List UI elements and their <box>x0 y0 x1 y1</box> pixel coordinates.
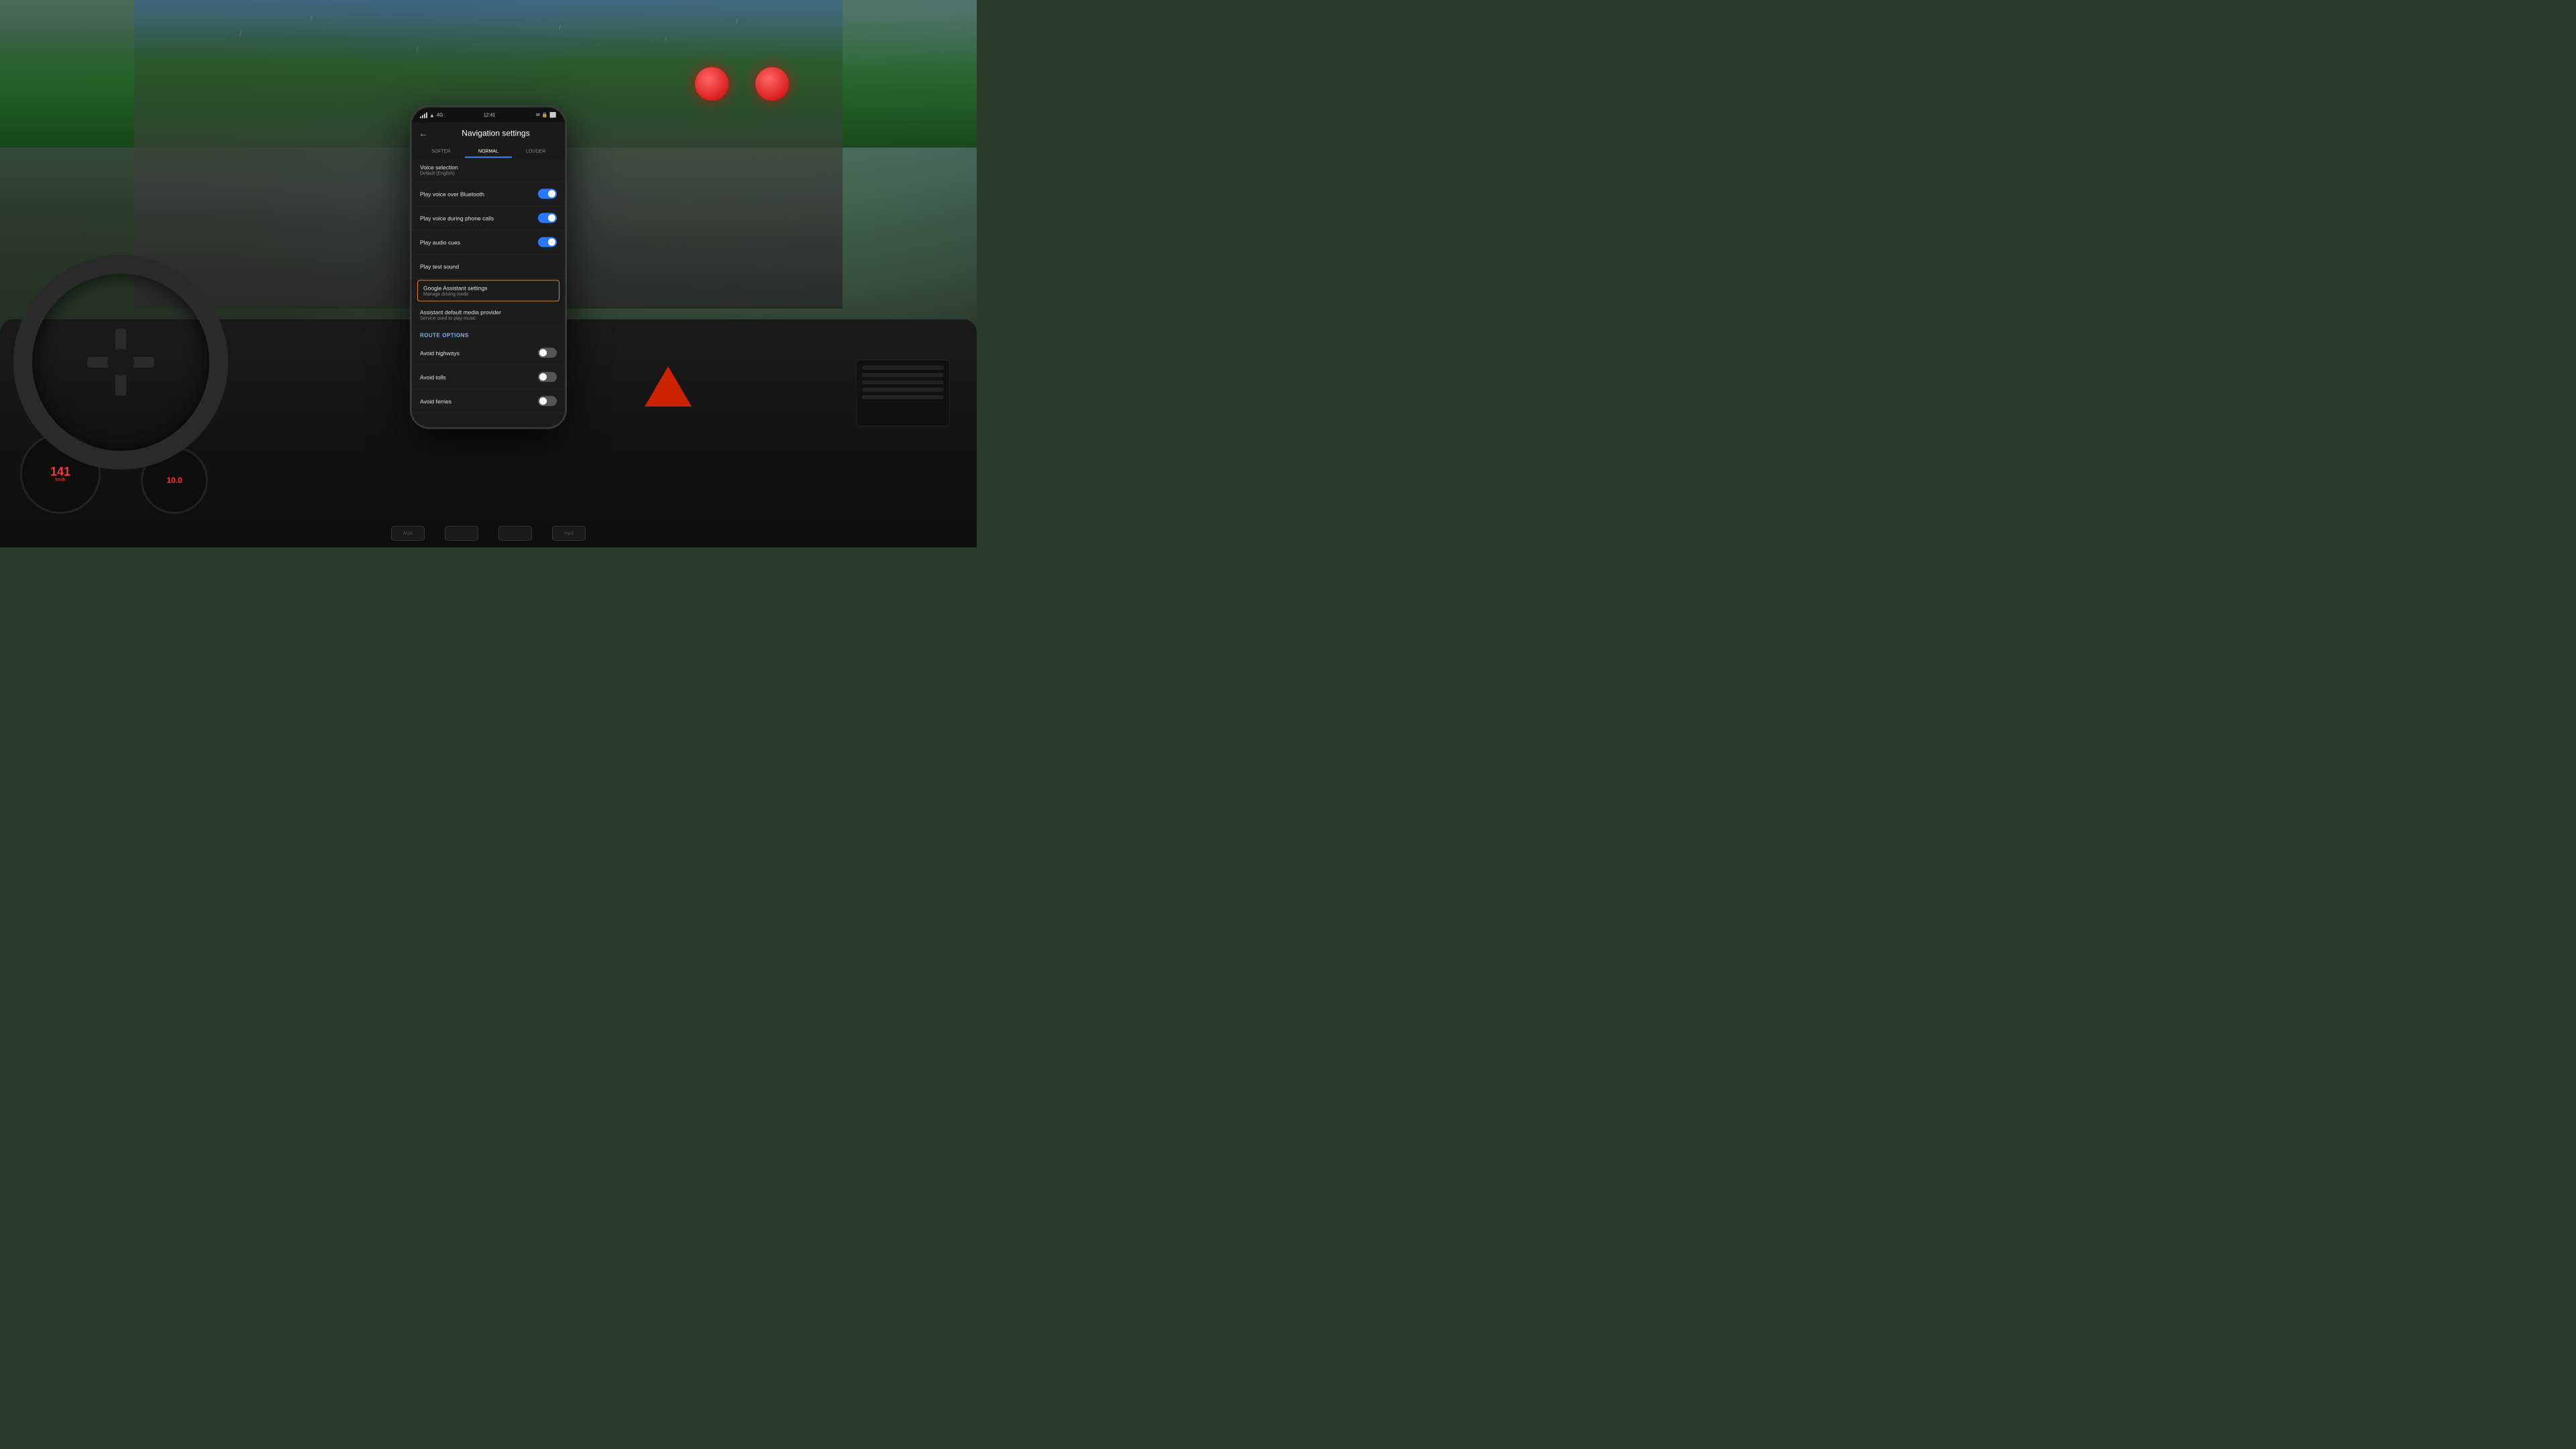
toggle-thumb <box>548 214 555 221</box>
rpm-value: 10.0 <box>166 476 182 485</box>
page-title: Navigation settings <box>433 128 558 138</box>
toggle-play-audio-cues[interactable] <box>538 237 557 247</box>
setting-label: Play test sound <box>420 263 557 270</box>
setting-text: Assistant default media provider Service… <box>420 309 557 321</box>
setting-label: Play voice over Bluetooth <box>420 191 538 197</box>
raindrop <box>311 15 313 21</box>
toggle-thumb <box>539 397 547 405</box>
status-right-icons: ✉ 🔒 █▊ <box>536 112 557 117</box>
status-bar: ▲ 4G 12:41 ✉ 🔒 █▊ <box>412 107 565 122</box>
speed-unit: km/h <box>55 478 65 482</box>
toggle-avoid-highways[interactable] <box>538 347 557 358</box>
tab-normal[interactable]: NORMAL <box>465 146 513 158</box>
setting-label: Assistant default media provider <box>420 309 557 315</box>
setting-label: Avoid tolls <box>420 374 538 380</box>
nav-header: ← Navigation settings <box>412 122 565 144</box>
setting-avoid-tolls[interactable]: Avoid tolls <box>412 365 565 389</box>
status-time: 12:41 <box>484 113 496 117</box>
traffic-lights <box>695 67 789 101</box>
setting-avoid-ferries[interactable]: Avoid ferries <box>412 389 565 413</box>
vent-slat <box>862 395 944 399</box>
setting-voice-selection[interactable]: Voice selection Default (English) <box>412 158 565 182</box>
vent-slat <box>862 366 944 370</box>
setting-label: Avoid ferries <box>420 398 538 405</box>
tab-softer[interactable]: SOFTER <box>417 146 465 158</box>
setting-play-voice-bluetooth[interactable]: Play voice over Bluetooth <box>412 182 565 206</box>
toggle-play-voice-bluetooth[interactable] <box>538 189 557 199</box>
hazard-triangle-icon <box>645 366 692 407</box>
setting-label: Voice selection <box>420 164 557 170</box>
hazard-button[interactable] <box>641 360 695 413</box>
toggle-play-voice-calls[interactable] <box>538 213 557 223</box>
setting-sublabel: Manage driving mode <box>423 292 553 297</box>
setting-assistant-media[interactable]: Assistant default media provider Service… <box>412 303 565 327</box>
steering-center <box>107 349 134 376</box>
dash-buttons: AUX mp3 <box>391 526 586 541</box>
notification-icon: ✉ <box>536 112 540 117</box>
setting-label: Play voice during phone calls <box>420 215 538 221</box>
phone-body: ▲ 4G 12:41 ✉ 🔒 █▊ ← Navigation settings … <box>411 106 566 428</box>
setting-label: Avoid highways <box>420 350 538 356</box>
setting-text: Avoid ferries <box>420 398 538 405</box>
air-vent <box>856 360 950 427</box>
vent-slat <box>862 380 944 384</box>
network-type: 4G <box>437 113 443 117</box>
setting-avoid-highways[interactable]: Avoid highways <box>412 341 565 365</box>
toggle-avoid-tolls[interactable] <box>538 372 557 382</box>
section-title: Route options <box>420 332 557 338</box>
battery-level: █▊ <box>550 112 557 117</box>
battery-icon: 🔒 <box>542 112 548 117</box>
raindrop <box>417 46 419 52</box>
dash-button-mp3[interactable]: mp3 <box>552 526 586 541</box>
signal-icon <box>420 112 427 118</box>
dash-button-aux[interactable]: AUX <box>391 526 425 541</box>
setting-sublabel: Service used to play music <box>420 316 557 321</box>
phone-screen: ← Navigation settings SOFTER NORMAL LOUD… <box>412 122 565 427</box>
dash-button-3[interactable] <box>498 526 532 541</box>
tab-louder[interactable]: LOUDER <box>512 146 559 158</box>
setting-sublabel: Default (English) <box>420 171 557 176</box>
raindrop <box>239 31 241 36</box>
setting-text: Avoid highways <box>420 350 538 356</box>
setting-text: Avoid tolls <box>420 374 538 380</box>
setting-label: Play audio cues <box>420 239 538 246</box>
status-left-icons: ▲ 4G <box>420 112 443 118</box>
settings-content: Voice selection Default (English) Play v… <box>412 158 565 427</box>
setting-text: Voice selection Default (English) <box>420 164 557 176</box>
dash-button-2[interactable] <box>445 526 478 541</box>
setting-google-assistant[interactable]: Google Assistant settings Manage driving… <box>417 280 559 301</box>
toggle-avoid-ferries[interactable] <box>538 396 557 406</box>
setting-text: Play test sound <box>420 263 557 270</box>
phone: ▲ 4G 12:41 ✉ 🔒 █▊ ← Navigation settings … <box>411 106 566 428</box>
raindrop <box>559 25 561 30</box>
traffic-light-2 <box>755 67 789 101</box>
wifi-icon: ▲ <box>429 112 435 118</box>
raindrop <box>736 19 738 24</box>
vent-slat <box>862 388 944 392</box>
toggle-thumb <box>539 373 547 380</box>
toggle-thumb <box>548 190 555 197</box>
route-options-header: Route options <box>412 327 565 341</box>
traffic-light-1 <box>695 67 729 101</box>
setting-play-test-sound[interactable]: Play test sound <box>412 254 565 278</box>
vent-slat <box>862 373 944 377</box>
setting-play-audio-cues[interactable]: Play audio cues <box>412 230 565 254</box>
toggle-thumb <box>548 238 555 246</box>
raindrop <box>665 37 667 42</box>
toggle-thumb <box>539 349 547 356</box>
setting-play-voice-calls[interactable]: Play voice during phone calls <box>412 206 565 230</box>
setting-label: Google Assistant settings <box>423 284 553 291</box>
back-button[interactable]: ← <box>419 127 428 138</box>
setting-text: Play audio cues <box>420 239 538 246</box>
setting-text: Play voice over Bluetooth <box>420 191 538 197</box>
volume-tabs: SOFTER NORMAL LOUDER <box>412 144 565 158</box>
setting-text: Play voice during phone calls <box>420 215 538 221</box>
steering-wheel-area <box>13 255 228 470</box>
